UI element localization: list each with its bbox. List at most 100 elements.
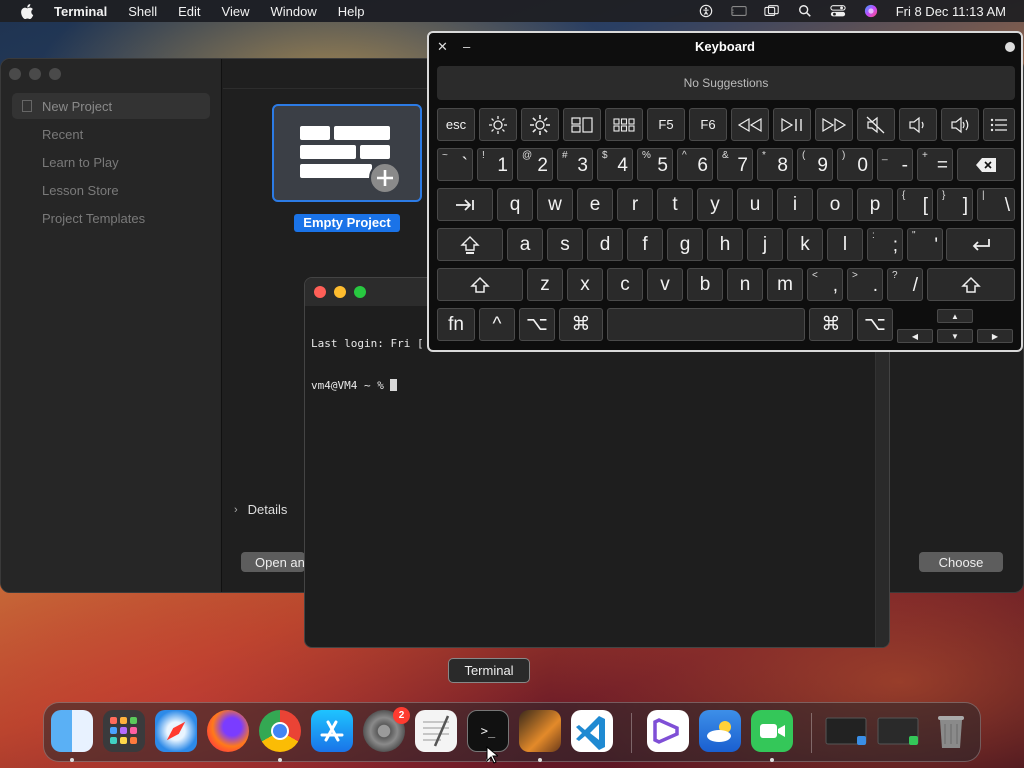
key-number-10[interactable]: ) 0 — [837, 148, 873, 181]
key-command-left[interactable]: ⌘ — [559, 308, 603, 341]
menu-help[interactable]: Help — [338, 4, 365, 19]
key-number-12[interactable]: + = — [917, 148, 953, 181]
minimized-window-icon[interactable] — [877, 710, 919, 752]
key-u[interactable]: u — [737, 188, 773, 221]
key-number-0[interactable]: ~ ` — [437, 148, 473, 181]
key-j[interactable]: j — [747, 228, 783, 261]
key-arrow-down[interactable]: ▼ — [937, 329, 973, 343]
key-e[interactable]: e — [577, 188, 613, 221]
launchpad-icon[interactable] — [103, 710, 145, 752]
key-mission-control[interactable] — [563, 108, 601, 141]
key-c[interactable]: c — [607, 268, 643, 301]
menu-edit[interactable]: Edit — [178, 4, 200, 19]
screen-mirroring-icon[interactable] — [764, 4, 780, 18]
menu-shell[interactable]: Shell — [128, 4, 157, 19]
key-l[interactable]: l — [827, 228, 863, 261]
spotlight-search-icon[interactable] — [797, 4, 813, 18]
key-v[interactable]: v — [647, 268, 683, 301]
minimize-button[interactable] — [29, 68, 41, 80]
key-number-2[interactable]: @2 — [517, 148, 553, 181]
weather-icon[interactable] — [699, 710, 741, 752]
key-brightness-down[interactable] — [479, 108, 517, 141]
key-bracket-1[interactable]: }] — [937, 188, 973, 221]
trash-icon[interactable] — [930, 710, 972, 752]
apple-logo-icon[interactable] — [20, 3, 34, 19]
key-punct-1[interactable]: " ' — [907, 228, 943, 261]
key-command-right[interactable]: ⌘ — [809, 308, 853, 341]
zoom-button[interactable] — [354, 286, 366, 298]
sidebar-item-learn-to-play[interactable]: Learn to Play — [12, 149, 210, 175]
siri-icon[interactable] — [863, 4, 879, 18]
close-button[interactable] — [9, 68, 21, 80]
zoom-button[interactable] — [49, 68, 61, 80]
sidebar-item-recent[interactable]: Recent — [12, 121, 210, 147]
minimized-window-icon[interactable] — [825, 710, 867, 752]
key-r[interactable]: r — [617, 188, 653, 221]
key-control[interactable]: ^ — [479, 308, 515, 341]
firefox-icon[interactable] — [207, 710, 249, 752]
key-fn[interactable]: fn — [437, 308, 475, 341]
key-list[interactable] — [983, 108, 1015, 141]
key-i[interactable]: i — [777, 188, 813, 221]
control-center-icon[interactable] — [830, 4, 846, 18]
more-options-icon[interactable] — [1005, 42, 1015, 52]
key-d[interactable]: d — [587, 228, 623, 261]
sidebar-item-lesson-store[interactable]: Lesson Store — [12, 177, 210, 203]
key-volume-down[interactable] — [899, 108, 937, 141]
textedit-icon[interactable] — [415, 710, 457, 752]
finder-icon[interactable] — [51, 710, 93, 752]
key-caps-lock[interactable] — [437, 228, 503, 261]
key-fast-forward[interactable] — [815, 108, 853, 141]
key-option-right[interactable]: ⌥ — [857, 308, 893, 341]
key-number-1[interactable]: ! 1 — [477, 148, 513, 181]
key-option-left[interactable]: ⌥ — [519, 308, 555, 341]
key-n[interactable]: n — [727, 268, 763, 301]
key-delete[interactable] — [957, 148, 1015, 181]
key-m[interactable]: m — [767, 268, 803, 301]
menu-window[interactable]: Window — [271, 4, 317, 19]
key-number-8[interactable]: * 8 — [757, 148, 793, 181]
key-t[interactable]: t — [657, 188, 693, 221]
key-symbol-0[interactable]: <, — [807, 268, 843, 301]
safari-icon[interactable] — [155, 710, 197, 752]
empty-project-tile[interactable] — [272, 104, 422, 202]
key-p[interactable]: p — [857, 188, 893, 221]
key-symbol-1[interactable]: >. — [847, 268, 883, 301]
key-volume-up[interactable] — [941, 108, 979, 141]
key-symbol-2[interactable]: ? / — [887, 268, 923, 301]
key-number-3[interactable]: #3 — [557, 148, 593, 181]
key-number-4[interactable]: $4 — [597, 148, 633, 181]
key-arrow-left[interactable]: ◀ — [897, 329, 933, 343]
key-f6[interactable]: F6 — [689, 108, 727, 141]
visual-studio-icon[interactable] — [647, 710, 689, 752]
key-brightness-up[interactable] — [521, 108, 559, 141]
key-number-11[interactable]: _ - — [877, 148, 913, 181]
key-number-5[interactable]: % 5 — [637, 148, 673, 181]
sidebar-item-project-templates[interactable]: Project Templates — [12, 205, 210, 231]
menu-view[interactable]: View — [222, 4, 250, 19]
key-rewind[interactable] — [731, 108, 769, 141]
close-button[interactable] — [314, 286, 326, 298]
key-shift-left[interactable] — [437, 268, 523, 301]
key-bracket-0[interactable]: {[ — [897, 188, 933, 221]
key-bracket-2[interactable]: | \ — [977, 188, 1015, 221]
choose-button[interactable]: Choose — [919, 552, 1003, 572]
key-esc[interactable]: esc — [437, 108, 475, 141]
minimize-button[interactable] — [334, 286, 346, 298]
key-k[interactable]: k — [787, 228, 823, 261]
open-button[interactable]: Open an — [241, 552, 305, 572]
key-f[interactable]: f — [627, 228, 663, 261]
menubar-clock[interactable]: Fri 8 Dec 11:13 AM — [896, 4, 1006, 19]
key-return[interactable] — [946, 228, 1015, 261]
key-f5[interactable]: F5 — [647, 108, 685, 141]
terminal-scrollbar[interactable] — [875, 306, 889, 647]
key-h[interactable]: h — [707, 228, 743, 261]
menu-app-name[interactable]: Terminal — [54, 4, 107, 19]
key-number-6[interactable]: ^ 6 — [677, 148, 713, 181]
key-o[interactable]: o — [817, 188, 853, 221]
key-a[interactable]: a — [507, 228, 543, 261]
key-number-7[interactable]: & 7 — [717, 148, 753, 181]
key-y[interactable]: y — [697, 188, 733, 221]
key-x[interactable]: x — [567, 268, 603, 301]
key-number-9[interactable]: (9 — [797, 148, 833, 181]
